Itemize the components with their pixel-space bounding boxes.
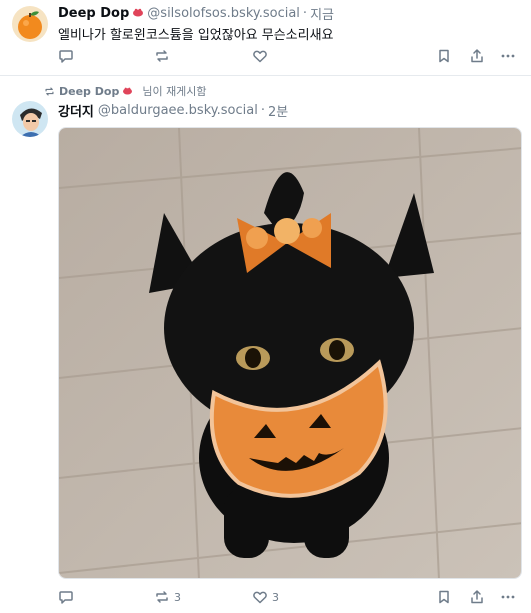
like-count: 3 — [272, 590, 279, 604]
post-time[interactable]: 2분 — [268, 101, 288, 120]
bookmark-button[interactable] — [436, 46, 452, 66]
reply-button[interactable] — [58, 46, 78, 66]
repost-indicator: Deep Dop 님이 재게시함 — [44, 83, 207, 99]
separator-dot: · — [302, 6, 308, 21]
repost-icon — [156, 591, 168, 603]
ellipsis-icon — [501, 54, 515, 58]
separator-dot: · — [260, 103, 265, 118]
post-card[interactable]: Deep Dop 님이 재게시함 강더지 @baldurgaee.bsky.so… — [0, 77, 531, 613]
share-icon — [471, 590, 483, 604]
reply-icon — [59, 50, 73, 63]
bookmark-button[interactable] — [436, 587, 452, 607]
heart-icon — [253, 591, 267, 604]
author-name[interactable]: Deep Dop — [58, 6, 129, 21]
post-text: 엘비나가 할로윈코스튬을 입었잖아요 무슨소리새요 — [58, 28, 334, 43]
post-actions — [58, 46, 520, 66]
reply-icon — [59, 591, 73, 604]
post-time[interactable]: 지금 — [310, 4, 334, 23]
bookmark-icon — [439, 49, 449, 63]
heart-icon — [253, 50, 267, 63]
crab-emoji-icon — [132, 6, 144, 21]
repost-button[interactable] — [154, 46, 174, 66]
cartoon-person-avatar — [12, 101, 48, 137]
bookmark-icon — [439, 590, 449, 604]
post-card[interactable]: Deep Dop @silsolofsos.bsky.social · 지금 엘… — [0, 0, 531, 76]
repost-button[interactable]: 3 — [154, 587, 181, 607]
repost-icon — [156, 50, 168, 62]
share-icon — [471, 49, 483, 63]
post-header: 강더지 @baldurgaee.bsky.social · 2분 — [58, 101, 288, 120]
crab-emoji-icon — [122, 85, 133, 98]
orange-fruit-icon — [12, 6, 48, 42]
like-button[interactable]: 3 — [252, 587, 279, 607]
author-name[interactable]: 강더지 — [58, 101, 94, 120]
reposter-name[interactable]: Deep Dop — [59, 85, 119, 98]
post-header: Deep Dop @silsolofsos.bsky.social · 지금 — [58, 4, 334, 23]
author-avatar[interactable] — [12, 6, 48, 42]
reply-button[interactable] — [58, 587, 78, 607]
repost-label: 님이 재게시함 — [142, 85, 207, 98]
author-avatar[interactable] — [12, 101, 48, 137]
share-button[interactable] — [469, 46, 485, 66]
post-image[interactable] — [58, 127, 522, 579]
repost-count: 3 — [174, 590, 181, 604]
post-actions: 3 3 — [58, 587, 520, 607]
author-handle[interactable]: @silsolofsos.bsky.social — [147, 6, 300, 21]
like-button[interactable] — [252, 46, 272, 66]
ellipsis-icon — [501, 595, 515, 599]
black-cat-halloween-photo — [59, 128, 521, 578]
more-options-button[interactable] — [500, 587, 516, 607]
share-button[interactable] — [469, 587, 485, 607]
more-options-button[interactable] — [500, 46, 516, 66]
repost-icon — [45, 86, 54, 96]
author-handle[interactable]: @baldurgaee.bsky.social — [98, 103, 258, 118]
